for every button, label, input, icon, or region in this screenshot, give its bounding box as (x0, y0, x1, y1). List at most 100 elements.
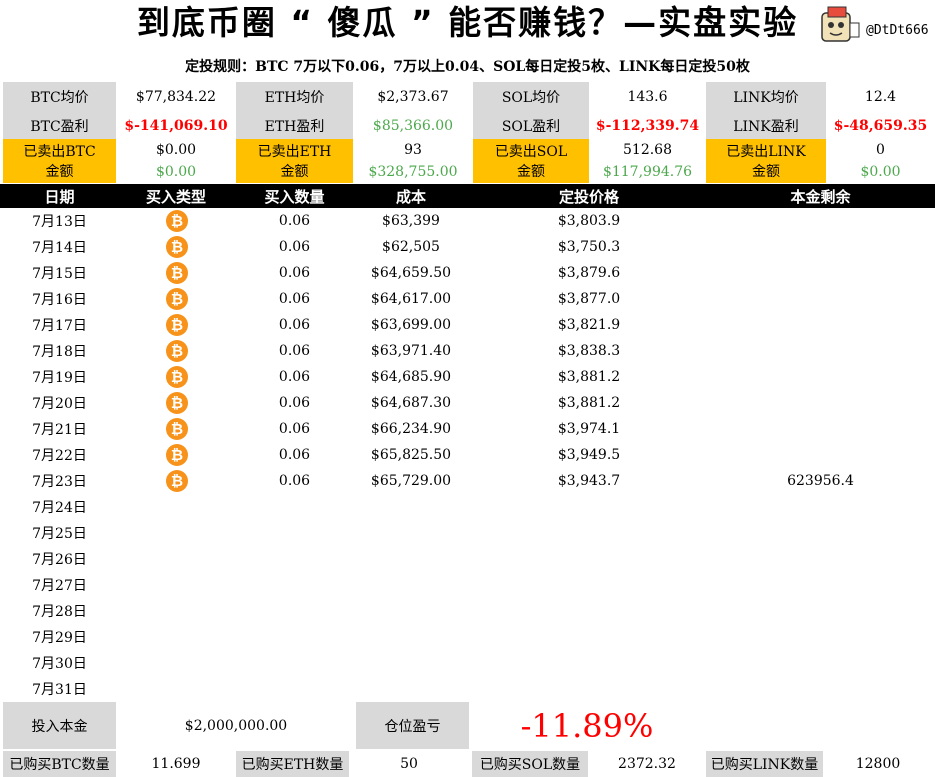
profit-value: $-48,659.35 (833, 117, 928, 134)
row-price: $3,949.5 (557, 447, 621, 463)
sold-label-line2: 金额 (45, 164, 74, 180)
bitcoin-icon: ₿ (166, 340, 188, 362)
row-price: $3,943.7 (557, 473, 621, 489)
row-qty: 0.06 (278, 369, 311, 385)
column-header[interactable]: 成本 (353, 184, 469, 208)
bitcoin-icon: ₿ (166, 470, 188, 492)
row-qty: 0.06 (278, 343, 311, 359)
profit-value: $-141,069.10 (124, 117, 228, 134)
row-date: 7月14日 (32, 240, 87, 256)
row-cost: $63,971.40 (370, 343, 452, 359)
count-label: 已购买LINK数量 (706, 751, 823, 777)
row-date: 7月30日 (32, 656, 87, 672)
row-price: $3,838.3 (557, 343, 621, 359)
bitcoin-icon: ₿ (166, 262, 188, 284)
count-label: 已购买BTC数量 (3, 751, 116, 777)
bitcoin-icon: ₿ (166, 366, 188, 388)
column-header[interactable]: 本金剩余 (706, 184, 935, 208)
row-price: $3,877.0 (557, 291, 621, 307)
sold-amount: $117,994.76 (602, 164, 693, 180)
sold-label: 已卖出BTC 金额 (3, 139, 116, 183)
column-header[interactable]: 定投价格 (472, 184, 706, 208)
row-date: 7月25日 (32, 526, 87, 542)
row-cost: $62,505 (382, 239, 440, 255)
avg-label: SOL均价 (473, 82, 589, 112)
sold-label-line2: 金额 (517, 164, 545, 180)
row-qty: 0.06 (278, 473, 311, 489)
row-date: 7月19日 (32, 370, 87, 386)
bitcoin-icon: ₿ (166, 288, 188, 310)
avg-value: $77,834.22 (135, 89, 217, 105)
row-cost: $63,699.00 (370, 317, 452, 333)
count-value: 50 (400, 756, 418, 772)
row-cost: $65,729.00 (370, 473, 452, 489)
count-value: 11.699 (151, 756, 201, 772)
row-price: $3,803.9 (557, 213, 621, 229)
column-header[interactable]: 日期 (3, 184, 116, 208)
row-date: 7月29日 (32, 630, 87, 646)
row-qty: 0.06 (278, 317, 311, 333)
profit-label: LINK盈利 (706, 112, 826, 139)
row-qty: 0.06 (278, 447, 311, 463)
sold-label: 已卖出LINK 金额 (706, 139, 826, 183)
sold-label-line1: 已卖出BTC (23, 144, 96, 160)
row-date: 7月13日 (32, 214, 87, 230)
bitcoin-icon: ₿ (166, 210, 188, 232)
count-value: 2372.32 (618, 756, 676, 772)
sold-label-line1: 已卖出LINK (726, 144, 806, 160)
row-price: $3,974.1 (557, 421, 621, 437)
principal-label: 投入本金 (3, 702, 116, 749)
page-title: 到底币圈 “ 傻瓜 ” 能否赚钱？—实盘实验 (136, 3, 799, 42)
row-price: $3,879.6 (557, 265, 621, 281)
row-cost: $64,687.30 (370, 395, 452, 411)
count-label: 已购买ETH数量 (236, 751, 349, 777)
row-cost: $66,234.90 (370, 421, 452, 437)
sold-amount: $0.00 (860, 164, 901, 180)
row-date: 7月20日 (32, 396, 87, 412)
author-handle: @DtDt666 (866, 23, 929, 38)
row-qty: 0.06 (278, 395, 311, 411)
bitcoin-icon: ₿ (166, 236, 188, 258)
row-price: $3,881.2 (557, 369, 621, 385)
sold-label-line1: 已卖出SOL (494, 144, 568, 160)
investment-rule: 定投规则：BTC 7万以下0.06，7万以上0.04、SOL每日定投5枚、LIN… (185, 59, 750, 75)
row-price: $3,750.3 (557, 239, 621, 255)
sold-qty: $0.00 (155, 142, 197, 158)
row-remaining: 623956.4 (787, 473, 854, 489)
avg-label: LINK均价 (706, 82, 826, 112)
avg-value: 143.6 (627, 89, 668, 105)
avg-value: 12.4 (864, 89, 897, 105)
column-header[interactable]: 买入类型 (116, 184, 236, 208)
bitcoin-icon: ₿ (166, 418, 188, 440)
row-date: 7月18日 (32, 344, 87, 360)
row-cost: $64,659.50 (370, 265, 452, 281)
row-cost: $63,399 (382, 213, 440, 229)
bitcoin-icon: ₿ (166, 444, 188, 466)
count-label: 已购买SOL数量 (472, 751, 588, 777)
row-date: 7月28日 (32, 604, 87, 620)
pnl-label: 仓位盈亏 (356, 702, 469, 749)
row-date: 7月17日 (32, 318, 87, 334)
row-date: 7月22日 (32, 448, 87, 464)
row-qty: 0.06 (278, 421, 311, 437)
sold-label: 已卖出ETH 金额 (236, 139, 353, 183)
sold-qty: 0 (876, 142, 885, 158)
row-cost: $64,685.90 (370, 369, 452, 385)
row-date: 7月27日 (32, 578, 87, 594)
bitcoin-icon: ₿ (166, 392, 188, 414)
row-price: $3,881.2 (557, 395, 621, 411)
profit-value: $-112,339.74 (595, 117, 700, 134)
count-value: 12800 (855, 756, 901, 772)
row-qty: 0.06 (278, 213, 311, 229)
bitcoin-icon: ₿ (166, 314, 188, 336)
column-header[interactable]: 买入数量 (236, 184, 353, 208)
row-cost: $64,617.00 (370, 291, 452, 307)
profit-label: SOL盈利 (473, 112, 589, 139)
row-qty: 0.06 (278, 239, 311, 255)
row-date: 7月31日 (32, 682, 87, 698)
row-date: 7月21日 (32, 422, 87, 438)
sold-qty: 93 (404, 142, 422, 158)
avg-value: $2,373.67 (377, 89, 449, 105)
profit-label: ETH盈利 (236, 112, 353, 139)
avatar (818, 5, 862, 45)
